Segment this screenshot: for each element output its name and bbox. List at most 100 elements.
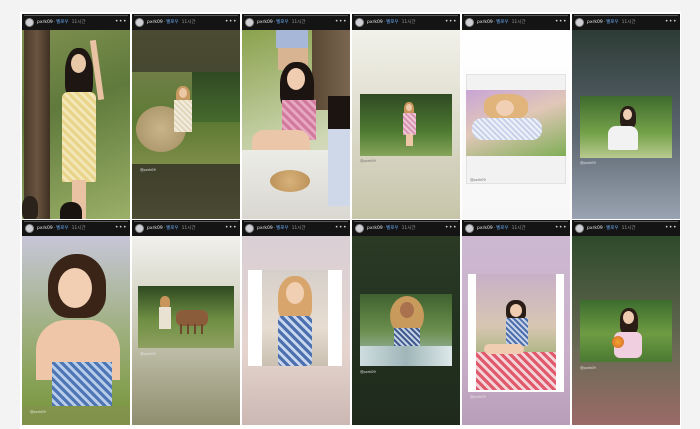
story-tag[interactable]: 벨로우 xyxy=(606,19,618,25)
story-card[interactable]: pxrk09 · 벨로우 11시간 ••• xyxy=(242,14,350,219)
story-card[interactable]: pxrk09 · 벨로우 11시간 ••• @pxrk09 xyxy=(22,220,130,425)
story-card[interactable]: pxrk09 · 벨로우 11시간 ••• @pxrk09 xyxy=(572,220,680,425)
story-username[interactable]: pxrk09 xyxy=(147,20,163,25)
avatar[interactable] xyxy=(135,223,144,233)
more-options-icon[interactable]: ••• xyxy=(555,225,567,231)
story-photo xyxy=(476,274,556,390)
story-tag[interactable]: 벨로우 xyxy=(496,225,508,231)
dot-separator-icon: · xyxy=(603,19,606,25)
story-photo xyxy=(360,94,452,156)
story-username[interactable]: pxrk09 xyxy=(37,20,53,25)
story-tag[interactable]: 벨로우 xyxy=(386,19,398,25)
avatar[interactable] xyxy=(465,17,474,27)
dot-separator-icon: · xyxy=(163,19,166,25)
story-card[interactable]: pxrk09 · 벨로우 11시간 ••• @pxrk09 xyxy=(572,14,680,219)
story-tag[interactable]: 벨로우 xyxy=(606,225,618,231)
figure-face xyxy=(406,104,412,111)
story-card[interactable]: pxrk09 · 벨로우 11시간 ••• @pxrk09 xyxy=(352,14,460,219)
story-username[interactable]: pxrk09 xyxy=(587,20,603,25)
more-options-icon[interactable]: ••• xyxy=(335,19,347,25)
more-options-icon[interactable]: ••• xyxy=(115,225,127,231)
figure-face xyxy=(179,88,187,98)
story-card[interactable]: pxrk09 · 벨로우 11시간 ••• xyxy=(242,220,350,425)
story-card[interactable]: pxrk09 · 벨로우 11시간 ••• @pxrk09 xyxy=(352,220,460,425)
story-tag[interactable]: 벨로우 xyxy=(166,19,178,25)
story-caption: @pxrk09 xyxy=(140,352,156,356)
picnic-blanket xyxy=(476,352,556,390)
avatar[interactable] xyxy=(355,17,364,27)
story-header: pxrk09 · 벨로우 11시간 ••• xyxy=(22,14,130,30)
avatar[interactable] xyxy=(355,223,364,233)
figure-face xyxy=(286,282,304,304)
avatar[interactable] xyxy=(135,17,144,27)
story-username[interactable]: pxrk09 xyxy=(587,226,603,231)
figure-body xyxy=(472,118,542,140)
figure-dress xyxy=(506,318,528,346)
story-card[interactable]: pxrk09 · 벨로우 11시간 ••• @pxrk09 xyxy=(462,14,570,219)
story-progress-bar xyxy=(244,221,348,222)
story-tag[interactable]: 벨로우 xyxy=(166,225,178,231)
story-username[interactable]: pxrk09 xyxy=(477,20,493,25)
horse-legs xyxy=(180,324,204,334)
more-options-icon[interactable]: ••• xyxy=(665,225,677,231)
avatar[interactable] xyxy=(575,223,584,233)
dot-separator-icon: · xyxy=(383,225,386,231)
story-time: 11시간 xyxy=(71,20,86,25)
more-options-icon[interactable]: ••• xyxy=(225,19,237,25)
more-options-icon[interactable]: ••• xyxy=(225,225,237,231)
more-options-icon[interactable]: ••• xyxy=(115,19,127,25)
avatar[interactable] xyxy=(465,223,474,233)
story-photo xyxy=(580,96,672,158)
story-card[interactable]: pxrk09 · 벨로우 11시간 ••• xyxy=(22,14,130,219)
story-card[interactable]: pxrk09 · 벨로우 11시간 ••• @pxrk09 xyxy=(132,14,240,219)
dot-separator-icon: · xyxy=(603,225,606,231)
story-header: pxrk09 · 벨로우 11시간 ••• xyxy=(462,14,570,30)
figure-face xyxy=(287,68,305,90)
figure-top xyxy=(608,126,638,150)
story-username[interactable]: pxrk09 xyxy=(147,226,163,231)
figure-face xyxy=(623,109,632,120)
story-caption: @pxrk09 xyxy=(470,178,486,182)
story-username[interactable]: pxrk09 xyxy=(367,226,383,231)
more-options-icon[interactable]: ••• xyxy=(335,225,347,231)
story-tag[interactable]: 벨로우 xyxy=(496,19,508,25)
story-card[interactable]: pxrk09 · 벨로우 11시간 ••• @pxrk09 xyxy=(462,220,570,425)
story-card[interactable]: pxrk09 · 벨로우 11시간 ••• @pxrk09 xyxy=(132,220,240,425)
story-photo xyxy=(466,90,566,156)
avatar[interactable] xyxy=(245,17,254,27)
story-caption: @pxrk09 xyxy=(580,161,596,165)
dot-separator-icon: · xyxy=(383,19,386,25)
figure-dress xyxy=(159,307,171,329)
story-tag[interactable]: 벨로우 xyxy=(386,225,398,231)
story-username[interactable]: pxrk09 xyxy=(37,226,53,231)
avatar[interactable] xyxy=(25,223,34,233)
avatar[interactable] xyxy=(245,223,254,233)
story-header: pxrk09 · 벨로우 11시간 ••• xyxy=(352,14,460,30)
story-progress-bar xyxy=(574,15,678,16)
story-caption: @pxrk09 xyxy=(140,168,156,172)
story-tag[interactable]: 벨로우 xyxy=(276,225,288,231)
more-options-icon[interactable]: ••• xyxy=(555,19,567,25)
story-header: pxrk09 · 벨로우 11시간 ••• xyxy=(352,220,460,236)
story-username[interactable]: pxrk09 xyxy=(367,20,383,25)
story-tag[interactable]: 벨로우 xyxy=(56,225,68,231)
story-time: 11시간 xyxy=(621,20,636,25)
straw-hat xyxy=(270,170,310,192)
dot-separator-icon: · xyxy=(273,225,276,231)
story-username[interactable]: pxrk09 xyxy=(257,226,273,231)
story-tag[interactable]: 벨로우 xyxy=(56,19,68,25)
avatar[interactable] xyxy=(25,17,34,27)
more-options-icon[interactable]: ••• xyxy=(445,225,457,231)
story-progress-bar xyxy=(464,221,568,222)
story-username[interactable]: pxrk09 xyxy=(477,226,493,231)
dot-separator-icon: · xyxy=(163,225,166,231)
more-options-icon[interactable]: ••• xyxy=(665,19,677,25)
story-username[interactable]: pxrk09 xyxy=(257,20,273,25)
story-photo xyxy=(22,236,130,406)
story-tag[interactable]: 벨로우 xyxy=(276,19,288,25)
story-header: pxrk09 · 벨로우 11시간 ••• xyxy=(242,220,350,236)
avatar[interactable] xyxy=(575,17,584,27)
more-options-icon[interactable]: ••• xyxy=(445,19,457,25)
flowers xyxy=(612,336,624,348)
story-caption: @pxrk09 xyxy=(580,366,596,370)
